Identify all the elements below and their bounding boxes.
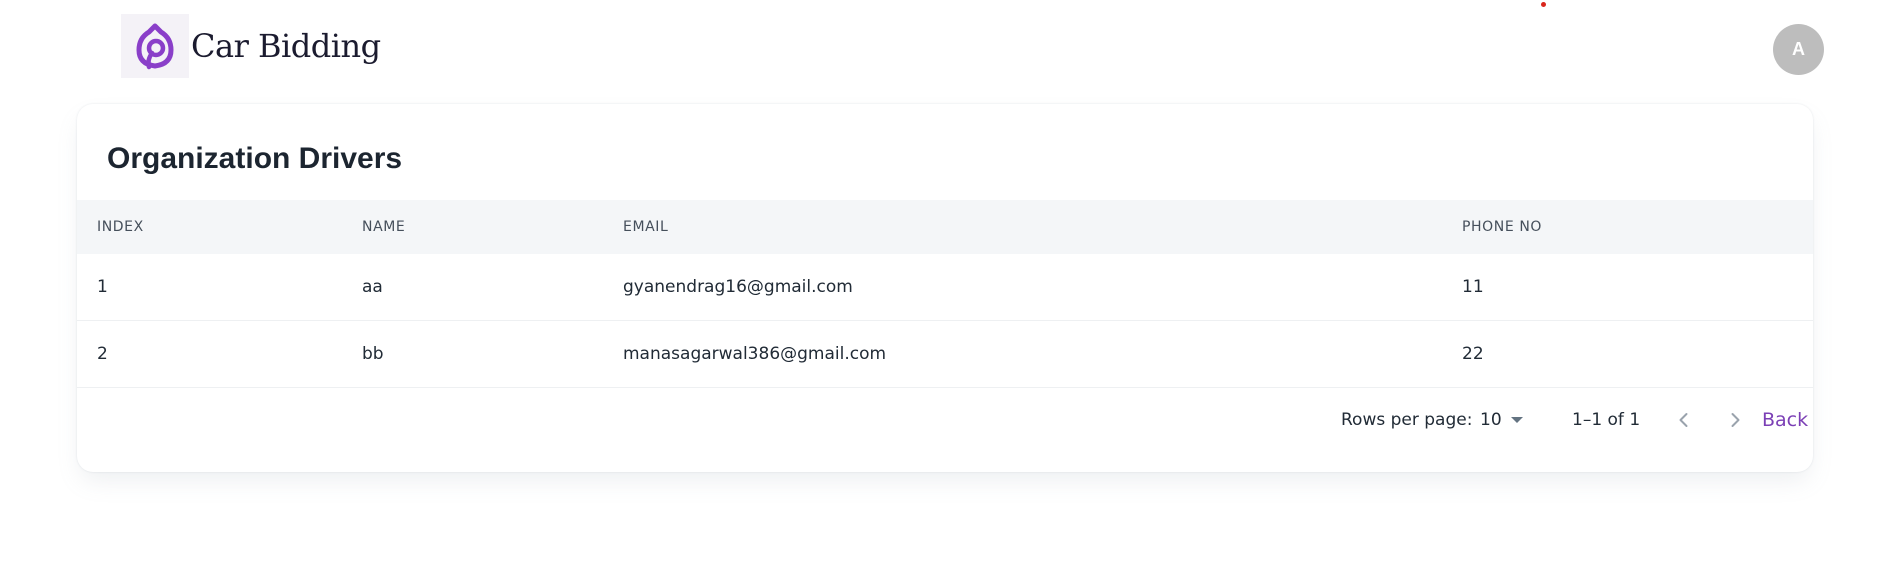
- next-page-button[interactable]: [1723, 408, 1747, 432]
- pagination-range: 1–1 of 1: [1572, 410, 1641, 430]
- previous-page-button[interactable]: [1672, 408, 1696, 432]
- cell-name: aa: [362, 277, 383, 297]
- app-header: Car Bidding A: [0, 0, 1896, 100]
- rows-per-page-select[interactable]: 10: [1480, 386, 1523, 454]
- page-title: Organization Drivers: [107, 142, 403, 175]
- chevron-left-icon: [1679, 413, 1688, 427]
- table-row[interactable]: 1 aa gyanendrag16@gmail.com 11: [77, 254, 1813, 321]
- brand-name: Car Bidding: [191, 27, 381, 65]
- column-header-email[interactable]: EMAIL: [623, 200, 668, 254]
- status-dot: [1541, 2, 1546, 7]
- drivers-card: Organization Drivers INDEX NAME EMAIL PH…: [77, 104, 1813, 472]
- table-header: INDEX NAME EMAIL PHONE NO: [77, 200, 1813, 254]
- cell-phone: 22: [1462, 344, 1484, 364]
- caret-down-icon: [1510, 417, 1523, 423]
- avatar-initial: A: [1792, 39, 1805, 59]
- cell-index: 2: [97, 344, 108, 364]
- column-header-name[interactable]: NAME: [362, 200, 405, 254]
- rows-per-page-value: 10: [1480, 410, 1502, 430]
- cell-email: gyanendrag16@gmail.com: [623, 277, 853, 297]
- cell-index: 1: [97, 277, 108, 297]
- chevron-right-icon: [1731, 413, 1740, 427]
- avatar[interactable]: A: [1773, 24, 1824, 75]
- cell-email: manasagarwal386@gmail.com: [623, 344, 887, 364]
- rows-per-page-label: Rows per page:: [1341, 410, 1473, 430]
- cell-phone: 11: [1462, 277, 1484, 297]
- car-bidding-logo-icon: [121, 14, 189, 78]
- table-row[interactable]: 2 bb manasagarwal386@gmail.com 22: [77, 321, 1813, 388]
- column-header-index[interactable]: INDEX: [97, 200, 144, 254]
- cell-name: bb: [362, 344, 384, 364]
- column-header-phone[interactable]: PHONE NO: [1462, 200, 1542, 254]
- logo[interactable]: Car Bidding: [121, 14, 381, 78]
- back-button[interactable]: Back: [1762, 386, 1808, 454]
- table-pagination: Rows per page: 10 1–1 of 1 Back: [77, 386, 1813, 472]
